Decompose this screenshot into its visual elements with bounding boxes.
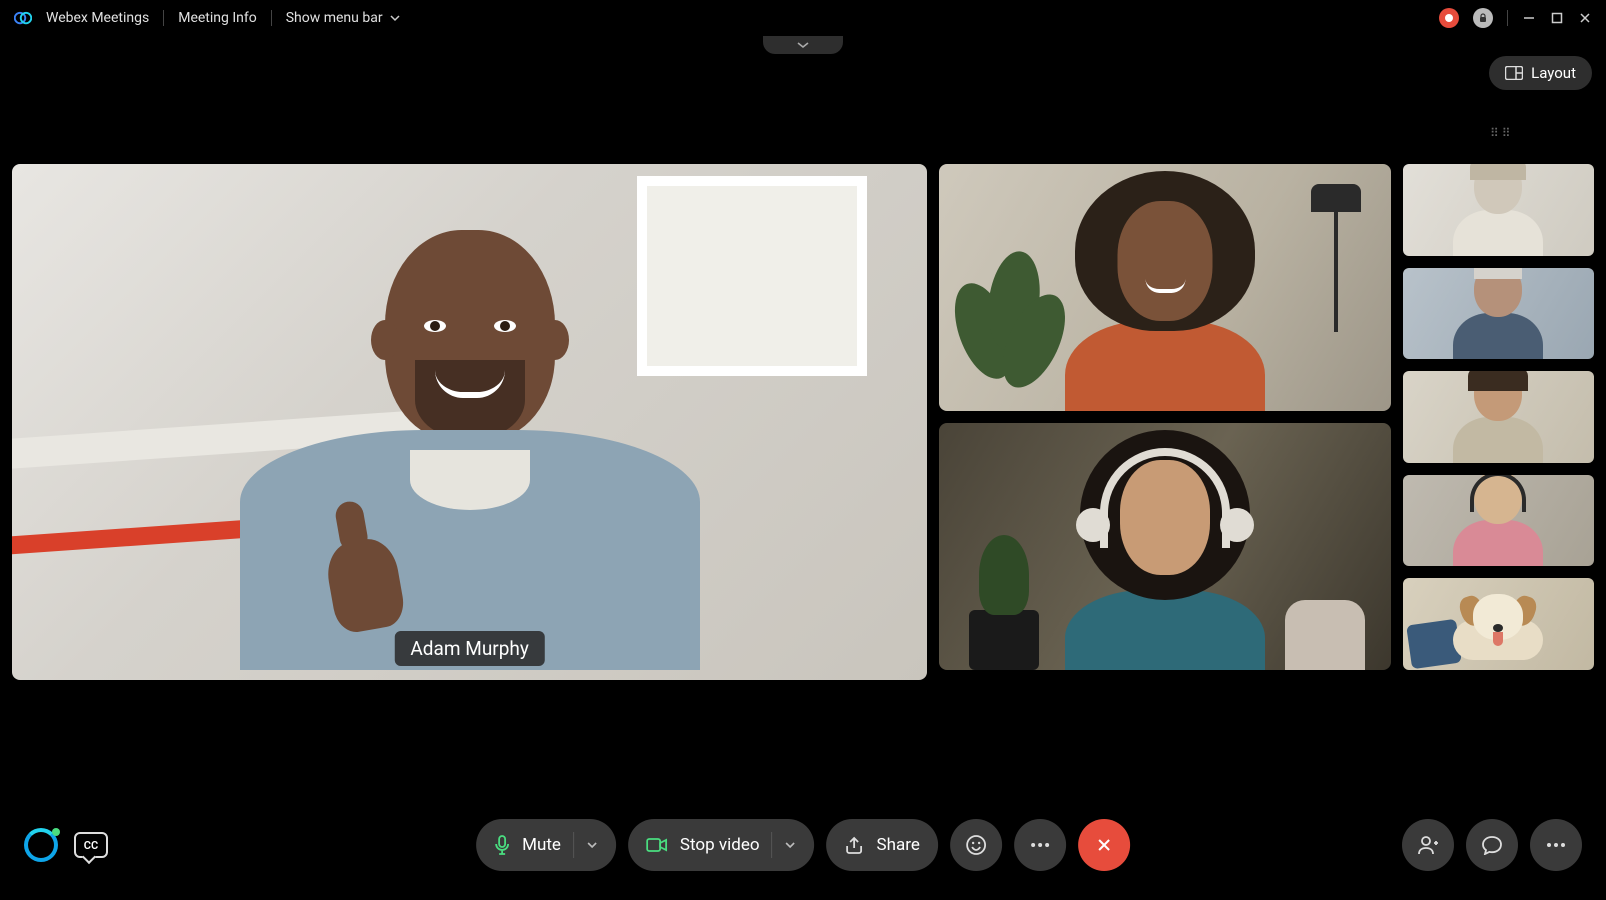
separator <box>271 10 272 26</box>
panel-options-button[interactable] <box>1530 819 1582 871</box>
participant-filmstrip <box>1403 164 1594 670</box>
video-placeholder <box>1311 184 1361 244</box>
participant-tile[interactable] <box>939 423 1391 670</box>
video-placeholder <box>1285 600 1365 670</box>
microphone-icon <box>494 835 510 855</box>
more-options-button[interactable] <box>1014 819 1066 871</box>
meeting-info-button[interactable]: Meeting Info <box>178 10 257 26</box>
video-stage: Adam Murphy <box>12 164 1594 670</box>
stop-video-button[interactable]: Stop video <box>628 819 815 871</box>
end-meeting-button[interactable] <box>1078 819 1130 871</box>
ellipsis-icon <box>1030 842 1050 848</box>
video-placeholder <box>1448 164 1548 256</box>
assistant-icon[interactable] <box>24 828 58 862</box>
participants-icon <box>1417 835 1439 855</box>
secondary-video-column <box>939 164 1391 670</box>
chevron-down-icon[interactable] <box>586 839 598 851</box>
recording-indicator-icon[interactable] <box>1439 8 1459 28</box>
show-menu-bar-button[interactable]: Show menu bar <box>286 10 401 26</box>
mute-label: Mute <box>522 835 561 855</box>
reactions-button[interactable] <box>950 819 1002 871</box>
separator <box>163 10 164 26</box>
mute-button[interactable]: Mute <box>476 819 616 871</box>
close-button[interactable] <box>1578 11 1592 25</box>
stop-video-label: Stop video <box>680 835 760 855</box>
smiley-icon <box>965 834 987 856</box>
active-speaker-tile[interactable]: Adam Murphy <box>12 164 927 680</box>
chevron-down-icon <box>796 40 810 50</box>
separator <box>1507 10 1508 26</box>
participant-thumbnail[interactable] <box>1403 578 1594 670</box>
show-menu-bar-label: Show menu bar <box>286 10 383 26</box>
chat-panel-button[interactable] <box>1466 819 1518 871</box>
participant-thumbnail[interactable] <box>1403 371 1594 463</box>
share-icon <box>845 836 865 854</box>
participant-thumbnail[interactable] <box>1403 268 1594 360</box>
participants-panel-button[interactable] <box>1402 819 1454 871</box>
closed-captions-button[interactable]: CC <box>74 832 108 858</box>
chevron-down-icon[interactable] <box>785 839 797 851</box>
video-placeholder <box>1443 590 1553 670</box>
video-placeholder <box>12 164 927 680</box>
share-label: Share <box>877 835 920 855</box>
ellipsis-icon <box>1546 842 1566 848</box>
layout-button[interactable]: Layout <box>1489 56 1592 90</box>
chevron-down-icon <box>389 12 401 24</box>
video-camera-icon <box>646 837 668 853</box>
app-name: Webex Meetings <box>46 10 149 26</box>
title-bar: Webex Meetings Meeting Info Show menu ba… <box>0 0 1606 36</box>
minimize-button[interactable] <box>1522 11 1536 25</box>
participant-tile[interactable] <box>939 164 1391 411</box>
chat-icon <box>1481 835 1503 855</box>
reveal-toolbar-button[interactable] <box>763 36 843 54</box>
meeting-controls-bar: CC Mute Stop video <box>0 790 1606 900</box>
participant-name-tag: Adam Murphy <box>394 631 544 666</box>
participant-thumbnail[interactable] <box>1403 164 1594 256</box>
close-icon <box>1095 836 1113 854</box>
maximize-button[interactable] <box>1550 11 1564 25</box>
filmstrip-drag-handle[interactable]: ⠿⠿ <box>1490 126 1520 140</box>
video-placeholder <box>1025 171 1305 411</box>
video-placeholder <box>1448 371 1548 463</box>
cc-label: CC <box>84 839 98 852</box>
webex-logo-icon <box>14 9 32 27</box>
video-placeholder <box>1035 430 1295 670</box>
video-placeholder <box>1448 268 1548 360</box>
video-placeholder <box>969 610 1039 670</box>
video-placeholder <box>1448 475 1548 567</box>
participant-thumbnail[interactable] <box>1403 475 1594 567</box>
share-button[interactable]: Share <box>827 819 938 871</box>
lock-icon[interactable] <box>1473 8 1493 28</box>
layout-icon <box>1505 66 1523 80</box>
layout-button-label: Layout <box>1531 64 1576 82</box>
